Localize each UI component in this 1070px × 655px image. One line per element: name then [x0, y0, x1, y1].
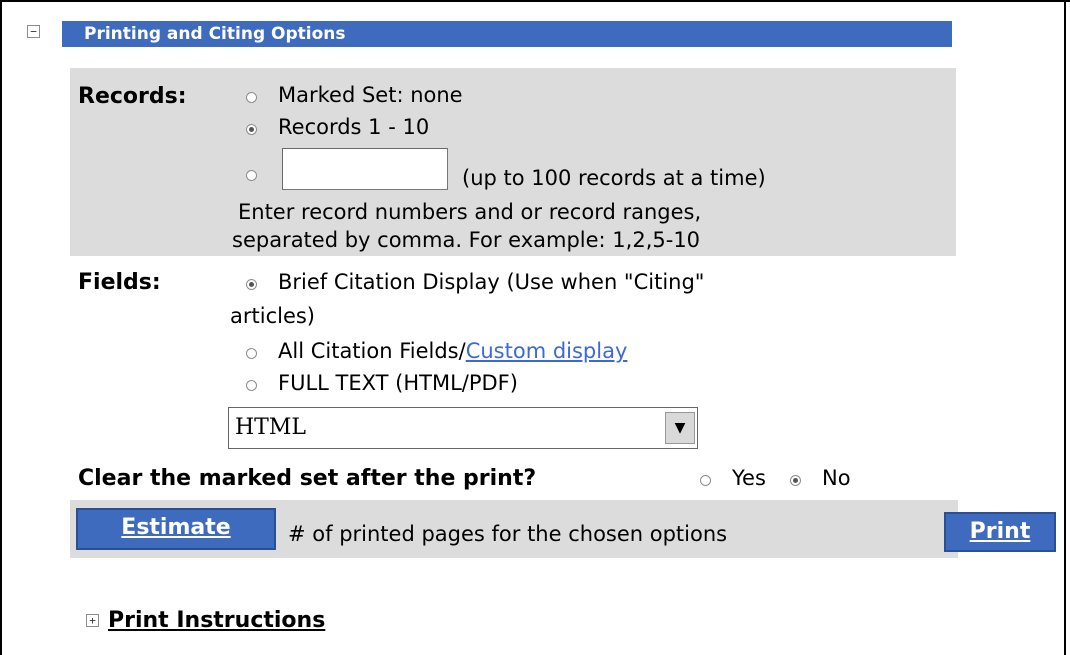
- marked-set-radio[interactable]: [246, 92, 257, 103]
- collapse-section-icon[interactable]: −: [27, 25, 40, 38]
- all-citation-radio[interactable]: [246, 348, 257, 359]
- brief-citation-label-line1: Brief Citation Display (Use when "Citing…: [278, 270, 705, 294]
- print-button[interactable]: Print: [944, 512, 1056, 552]
- format-select-value: HTML: [235, 415, 306, 440]
- record-range-input[interactable]: [282, 148, 448, 190]
- clear-yes-radio[interactable]: [700, 475, 711, 486]
- chevron-down-icon[interactable]: ▼: [665, 412, 695, 444]
- fields-label: Fields:: [78, 270, 161, 295]
- estimate-description: # of printed pages for the chosen option…: [288, 522, 728, 546]
- brief-citation-label-line2: articles): [230, 304, 316, 328]
- full-text-label: FULL TEXT (HTML/PDF): [278, 371, 518, 395]
- range-limit-hint: (up to 100 records at a time): [462, 166, 766, 190]
- section-header: Printing and Citing Options: [62, 21, 952, 47]
- all-citation-label: All Citation Fields/Custom display: [278, 339, 627, 363]
- custom-display-link[interactable]: Custom display: [466, 339, 628, 363]
- clear-no-radio[interactable]: [790, 475, 801, 486]
- full-text-radio[interactable]: [246, 380, 257, 391]
- estimate-button[interactable]: Estimate: [76, 508, 276, 550]
- frame-right-border: [1064, 0, 1066, 655]
- format-select[interactable]: HTML ▼: [228, 407, 698, 449]
- clear-marked-question: Clear the marked set after the print?: [78, 466, 537, 491]
- records-range-radio[interactable]: [246, 124, 257, 135]
- custom-range-radio[interactable]: [246, 170, 257, 181]
- range-help-line-2: separated by comma. For example: 1,2,5-1…: [232, 228, 701, 252]
- clear-no-label: No: [822, 466, 851, 490]
- brief-citation-radio[interactable]: [246, 279, 257, 290]
- clear-yes-label: Yes: [732, 466, 766, 490]
- frame-left-border: [0, 0, 2, 655]
- records-range-label: Records 1 - 10: [278, 115, 430, 139]
- section-title: Printing and Citing Options: [84, 24, 346, 44]
- records-label: Records:: [78, 84, 187, 109]
- frame-top-border: [0, 0, 1070, 2]
- marked-set-label: Marked Set: none: [278, 83, 463, 107]
- all-citation-prefix: All Citation Fields/: [278, 339, 466, 363]
- range-help-line-1: Enter record numbers and or record range…: [238, 200, 702, 224]
- expand-instructions-icon[interactable]: +: [86, 614, 99, 627]
- print-instructions-link[interactable]: Print Instructions: [108, 608, 325, 633]
